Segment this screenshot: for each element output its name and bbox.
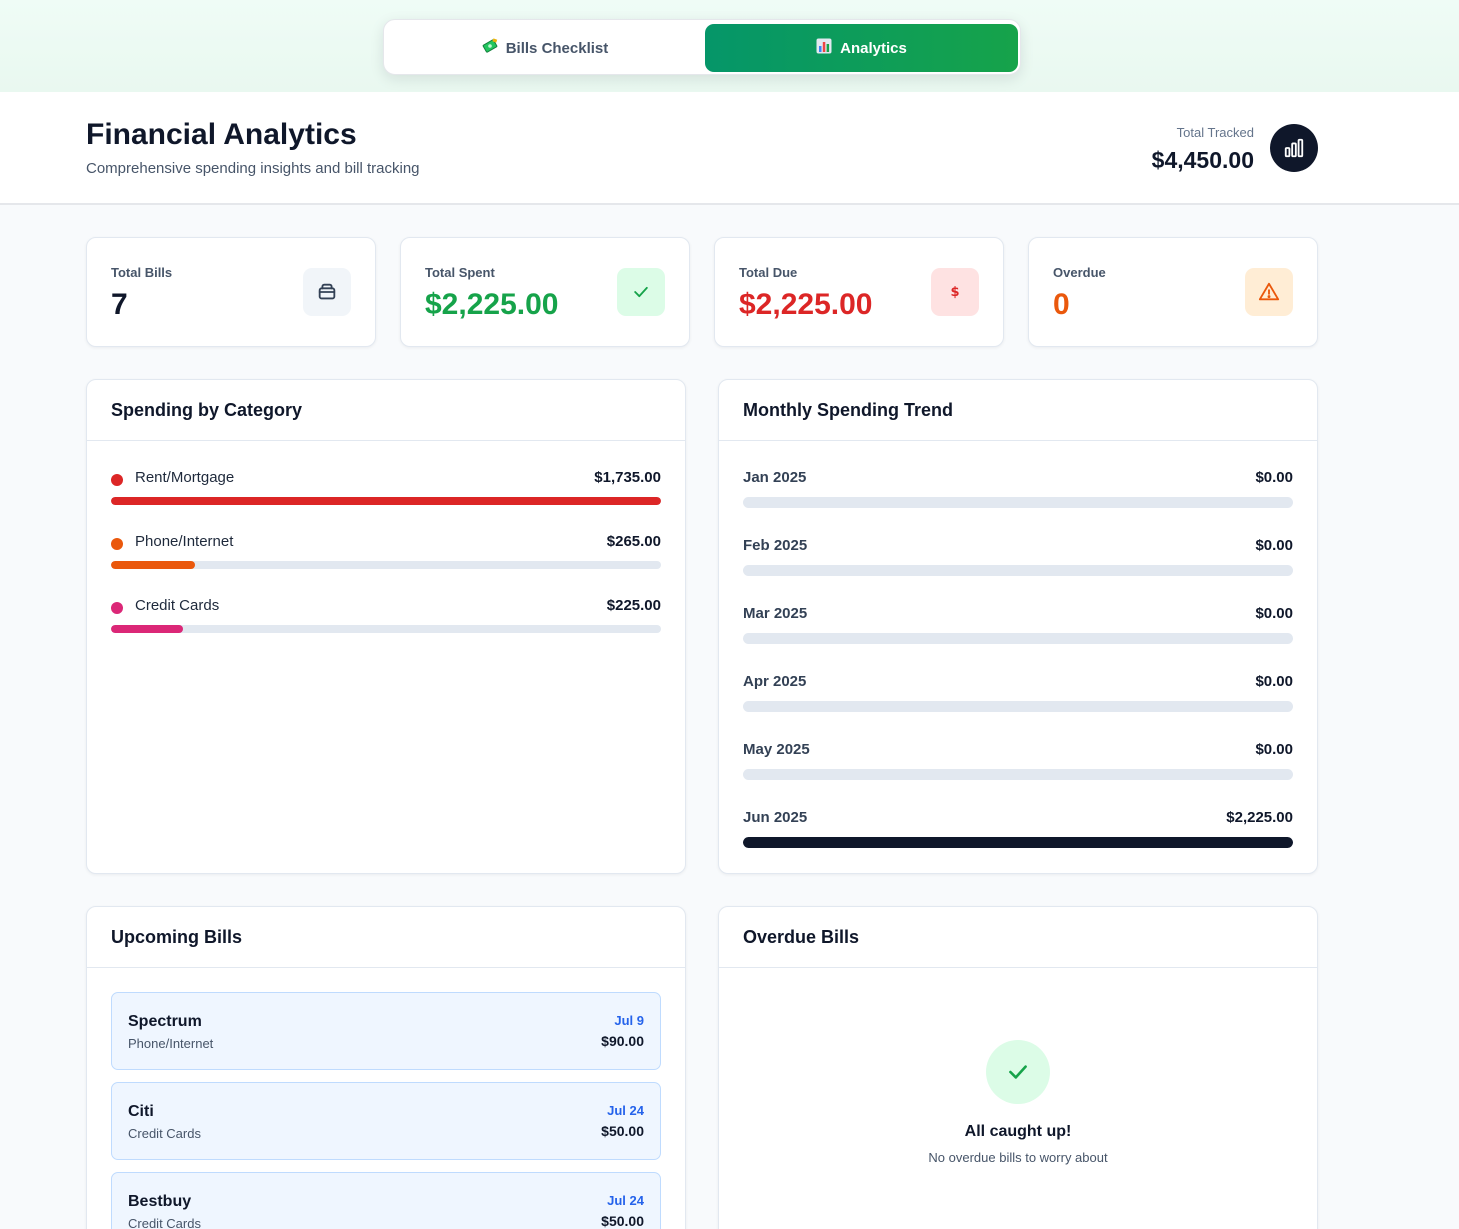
panel-title: Monthly Spending Trend	[719, 380, 1317, 441]
tab-bills-checklist-label: Bills Checklist	[505, 39, 609, 57]
stat-label: Total Spent	[425, 265, 495, 280]
bar-chart-icon	[816, 38, 832, 58]
upcoming-bill-item[interactable]: Bestbuy Credit Cards Jul 24 $50.00	[111, 1172, 661, 1229]
month-progress-track	[743, 837, 1293, 848]
top-tab-bar: Bills Checklist Analytics	[0, 0, 1459, 92]
stat-value: $2,225.00	[739, 288, 873, 321]
category-color-dot	[111, 538, 123, 550]
page-header: Financial Analytics Comprehensive spendi…	[0, 92, 1459, 205]
view-switcher: Bills Checklist Analytics	[383, 19, 1021, 75]
category-color-dot	[111, 474, 123, 486]
panel-title: Overdue Bills	[719, 907, 1317, 968]
stat-label: Overdue	[1053, 265, 1106, 280]
upcoming-bill-item[interactable]: Spectrum Phone/Internet Jul 9 $90.00	[111, 992, 661, 1070]
empty-state-subtitle: No overdue bills to worry about	[928, 1150, 1108, 1165]
check-icon	[986, 1040, 1050, 1104]
category-progress-track	[111, 561, 661, 569]
month-name: Feb 2025	[743, 537, 808, 554]
panel-title: Upcoming Bills	[87, 907, 685, 968]
category-name: Credit Cards	[135, 597, 220, 614]
month-amount: $0.00	[1255, 469, 1293, 486]
warning-icon	[1245, 268, 1293, 316]
stat-label: Total Bills	[111, 265, 173, 280]
bill-amount: $90.00	[601, 1033, 644, 1049]
category-amount: $225.00	[606, 597, 661, 614]
total-tracked-label: Total Tracked	[1176, 125, 1254, 140]
category-color-dot	[111, 602, 123, 614]
page-subtitle: Comprehensive spending insights and bill…	[86, 160, 420, 177]
month-progress-fill	[743, 837, 1293, 848]
month-amount: $2,225.00	[1226, 809, 1293, 826]
monthly-spending-trend-panel: Monthly Spending Trend Jan 2025 $0.00 Fe…	[718, 379, 1318, 874]
bill-amount: $50.00	[601, 1213, 644, 1229]
upcoming-bills-panel: Upcoming Bills Spectrum Phone/Internet J…	[86, 906, 686, 1229]
month-progress-track	[743, 497, 1293, 508]
category-name: Phone/Internet	[135, 533, 234, 550]
category-progress-fill	[111, 497, 661, 505]
bills-icon	[303, 268, 351, 316]
stat-value: 7	[111, 288, 128, 321]
stat-card-total-bills: Total Bills 7	[86, 237, 376, 347]
check-icon	[617, 268, 665, 316]
tab-analytics[interactable]: Analytics	[705, 24, 1018, 72]
stat-value: 0	[1053, 288, 1070, 321]
month-name: Mar 2025	[743, 605, 808, 622]
category-amount: $1,735.00	[594, 469, 661, 486]
bill-name: Citi	[128, 1103, 154, 1120]
bill-due-date: Jul 24	[607, 1103, 644, 1118]
month-amount: $0.00	[1255, 537, 1293, 554]
month-progress-track	[743, 633, 1293, 644]
bill-category: Credit Cards	[128, 1216, 201, 1229]
empty-state-title: All caught up!	[964, 1123, 1072, 1140]
month-name: Jun 2025	[743, 809, 808, 826]
page-title: Financial Analytics	[86, 118, 357, 151]
month-name: May 2025	[743, 741, 810, 758]
category-progress-fill	[111, 625, 183, 633]
category-amount: $265.00	[606, 533, 661, 550]
month-amount: $0.00	[1255, 741, 1293, 758]
bill-amount: $50.00	[601, 1123, 644, 1139]
stat-card-total-spent: Total Spent $2,225.00	[400, 237, 690, 347]
bill-category: Phone/Internet	[128, 1036, 214, 1051]
bill-category: Credit Cards	[128, 1126, 201, 1141]
total-tracked-value: $4,450.00	[1151, 147, 1254, 173]
dollar-icon: $	[931, 268, 979, 316]
month-name: Apr 2025	[743, 673, 807, 690]
month-amount: $0.00	[1255, 673, 1293, 690]
stat-label: Total Due	[739, 265, 798, 280]
category-progress-track	[111, 625, 661, 633]
money-icon	[482, 38, 498, 58]
spending-by-category-panel: Spending by Category Rent/Mortgage $1,73…	[86, 379, 686, 874]
category-progress-fill	[111, 561, 196, 569]
stat-card-total-due: Total Due $2,225.00 $	[714, 237, 1004, 347]
month-progress-track	[743, 565, 1293, 576]
stat-value: $2,225.00	[425, 288, 559, 321]
month-amount: $0.00	[1255, 605, 1293, 622]
tab-analytics-label: Analytics	[840, 39, 907, 57]
month-progress-track	[743, 769, 1293, 780]
category-progress-track	[111, 497, 661, 505]
month-name: Jan 2025	[743, 469, 807, 486]
overdue-bills-panel: Overdue Bills All caught up! No overdue …	[718, 906, 1318, 1229]
bill-due-date: Jul 9	[614, 1013, 644, 1028]
bill-name: Bestbuy	[128, 1193, 192, 1210]
tab-bills-checklist[interactable]: Bills Checklist	[388, 24, 702, 72]
category-name: Rent/Mortgage	[135, 469, 235, 486]
panel-title: Spending by Category	[87, 380, 685, 441]
analytics-badge-icon	[1270, 124, 1318, 172]
bill-name: Spectrum	[128, 1013, 202, 1030]
month-progress-track	[743, 701, 1293, 712]
upcoming-bill-item[interactable]: Citi Credit Cards Jul 24 $50.00	[111, 1082, 661, 1160]
stat-card-overdue: Overdue 0	[1028, 237, 1318, 347]
bill-due-date: Jul 24	[607, 1193, 644, 1208]
